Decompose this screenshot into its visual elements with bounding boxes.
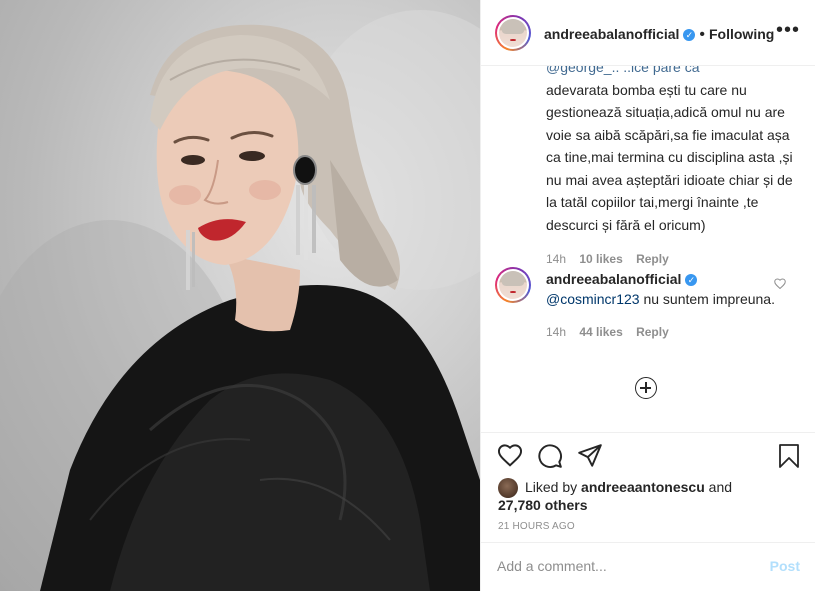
post-header: andreeabalanofficial ✓ • Following ••• [481, 0, 815, 66]
reply-button[interactable]: Reply [636, 325, 669, 339]
comment-icon[interactable] [537, 443, 565, 471]
post-image[interactable] [0, 0, 480, 591]
portrait-illustration [0, 10, 480, 591]
author-avatar[interactable] [495, 15, 531, 51]
post-details-panel: andreeabalanofficial ✓ • Following ••• @geo… [480, 0, 815, 591]
liked-by: Liked by andreeaantonescu and [525, 478, 795, 496]
comment-meta: 14h 10 likes Reply [546, 252, 806, 266]
comment-text: adevarata bomba ești tu care nu gestione… [546, 81, 793, 233]
comment-author[interactable]: andreeabalanofficial [546, 271, 681, 287]
liked-by-and: and [704, 479, 733, 495]
reply-button[interactable]: Reply [636, 252, 669, 266]
comment-likes[interactable]: 44 likes [579, 325, 622, 339]
comment-likes[interactable]: 10 likes [579, 252, 622, 266]
separator-dot: • [699, 26, 705, 43]
liked-by-prefix: Liked by [525, 479, 582, 495]
comment-time[interactable]: 14h [546, 252, 566, 266]
header-meta: andreeabalanofficial ✓ • Following [544, 26, 774, 44]
commenter-avatar[interactable] [495, 267, 531, 303]
heart-icon[interactable] [497, 443, 525, 471]
author-username[interactable]: andreeabalanofficial [544, 26, 679, 42]
comment-item: andreeabalanofficial ✓ @cosmincr123 nu su… [546, 269, 776, 339]
comment-mention-partial[interactable]: @george_.. ..ice pare ca [546, 66, 806, 79]
share-icon[interactable] [577, 443, 605, 471]
following-button[interactable]: Following [709, 26, 774, 42]
instagram-post-modal: andreeabalanofficial ✓ • Following ••• @geo… [0, 0, 815, 591]
others-count[interactable]: 27,780 others [498, 497, 588, 513]
comment-input[interactable] [497, 555, 747, 577]
post-actions: Liked by andreeaantonescu and 27,780 oth… [481, 432, 815, 542]
comment-mention[interactable]: @cosmincr123 [546, 291, 640, 307]
comment-item: @george_.. ..ice pare ca adevarata bomba… [546, 66, 806, 266]
post-timestamp[interactable]: 21 HOURS AGO [498, 521, 575, 532]
load-more-comments-plus-circle-icon[interactable] [635, 377, 657, 399]
comment-meta: 14h 44 likes Reply [546, 325, 776, 339]
liker-avatar[interactable] [498, 478, 518, 498]
verified-icon: ✓ [683, 28, 696, 41]
more-icon[interactable]: ••• [776, 20, 800, 40]
comment-text: nu suntem impreuna. [639, 291, 775, 307]
post-comment-button[interactable]: Post [770, 558, 800, 574]
bookmark-icon[interactable] [777, 443, 805, 471]
comments-list: @george_.. ..ice pare ca adevarata bomba… [481, 66, 815, 432]
liked-by-user[interactable]: andreeaantonescu [581, 479, 705, 495]
likes-count[interactable]: 27,780 others [498, 496, 588, 514]
add-comment-bar: Post [481, 542, 815, 591]
comment-like-heart-icon[interactable] [774, 278, 786, 292]
comment-time[interactable]: 14h [546, 325, 566, 339]
comment-body: andreeabalanofficial ✓ @cosmincr123 nu su… [546, 269, 776, 309]
verified-icon: ✓ [685, 274, 698, 287]
